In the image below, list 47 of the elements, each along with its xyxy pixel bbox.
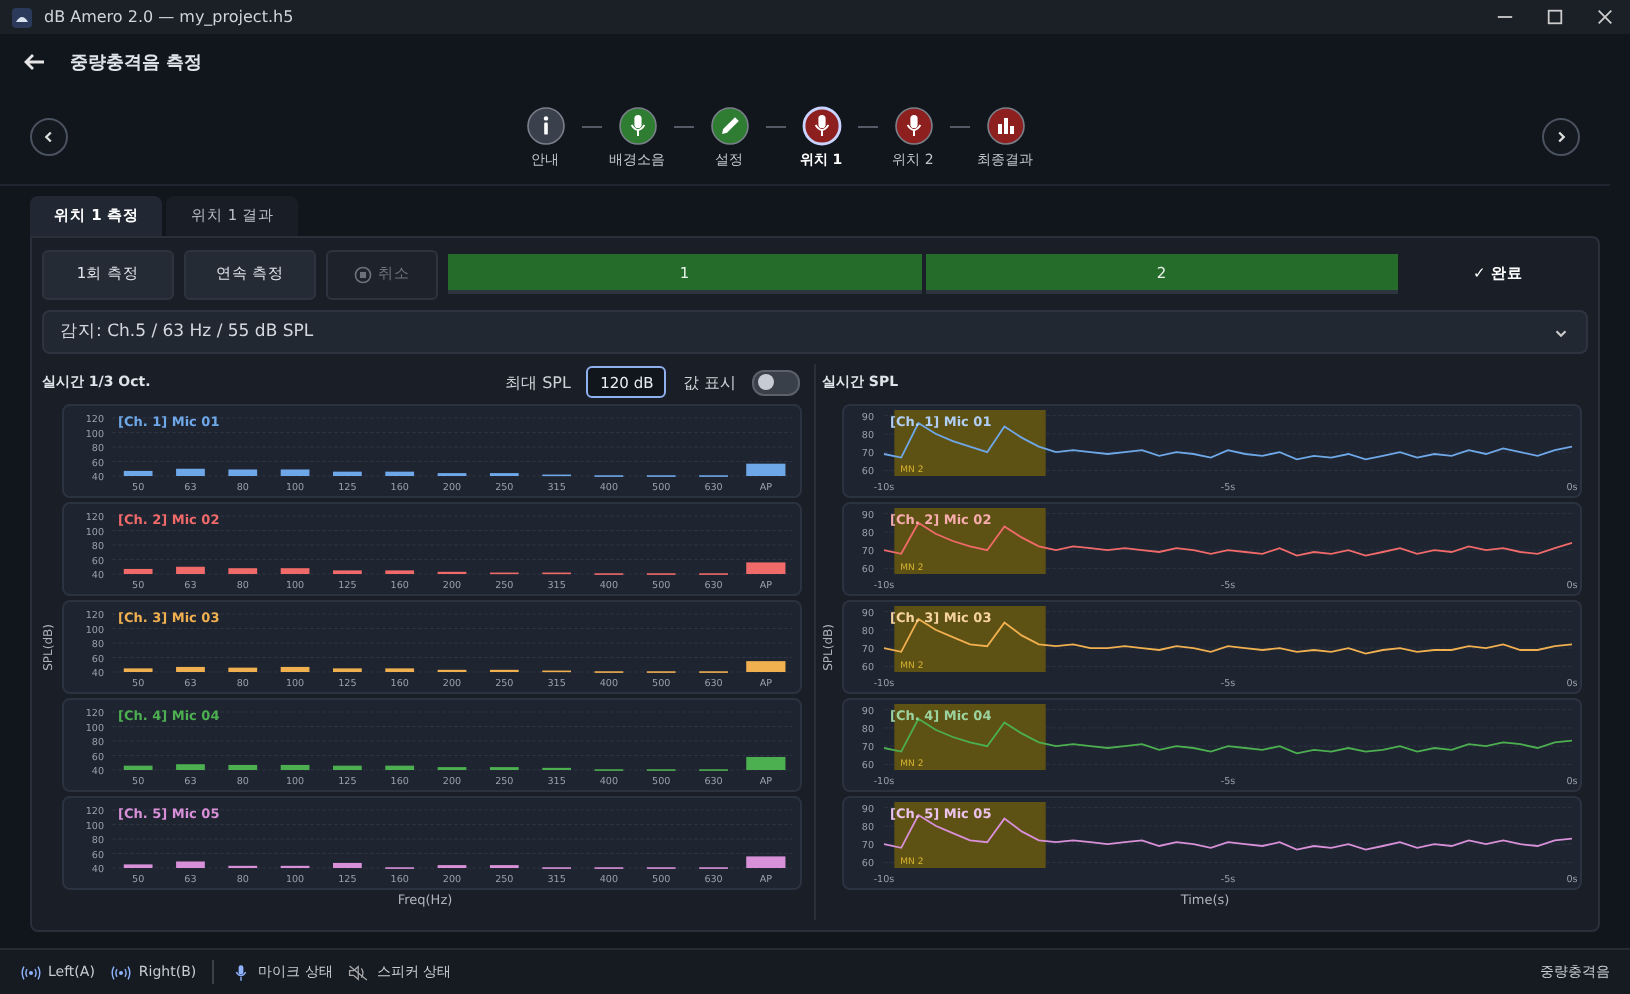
- next-button[interactable]: [1542, 118, 1580, 156]
- bar: [746, 463, 786, 476]
- maximize-icon[interactable]: [1546, 8, 1564, 26]
- speaker-muted-icon: [348, 963, 371, 981]
- previous-button[interactable]: [30, 118, 68, 156]
- bar: [228, 469, 258, 476]
- bar: [176, 468, 205, 476]
- bar: [333, 471, 362, 476]
- bar: [385, 471, 415, 476]
- bar: [176, 764, 205, 770]
- bar: [746, 856, 786, 868]
- max-spl-label: 최대 SPL: [505, 371, 571, 393]
- pencil-step-icon[interactable]: [709, 105, 749, 145]
- bar: [746, 562, 786, 574]
- signal-icon: [20, 963, 42, 981]
- bar: [228, 667, 258, 672]
- bar: [333, 765, 362, 770]
- bar: [746, 756, 786, 770]
- bar: [228, 568, 258, 574]
- show-values-toggle[interactable]: [752, 369, 800, 395]
- close-icon[interactable]: [1596, 8, 1614, 26]
- bar: [123, 470, 153, 476]
- bar: [280, 568, 310, 574]
- page-title: 중량충격음 측정: [70, 51, 203, 75]
- microphone-step-icon[interactable]: [893, 105, 933, 145]
- bar: [746, 661, 786, 672]
- bar: [280, 764, 310, 770]
- back-arrow-icon[interactable]: [22, 52, 46, 72]
- bar-chart-step-icon[interactable]: [985, 105, 1025, 145]
- window-title: dB Amero 2.0 — my_project.h5: [44, 8, 294, 26]
- info-step-icon[interactable]: [525, 105, 565, 145]
- bar: [228, 764, 258, 770]
- bar: [385, 765, 415, 770]
- bar: [176, 666, 205, 672]
- bar: [176, 861, 205, 868]
- detection-dropdown[interactable]: 감지: Ch.5 / 63 Hz / 55 dB SPL: [42, 310, 1588, 354]
- show-values-label: 값 표시: [682, 371, 736, 393]
- app-logo-icon: [12, 7, 32, 27]
- bar: [123, 765, 153, 770]
- microphone-step-icon[interactable]: [617, 105, 657, 145]
- bar: [333, 862, 362, 868]
- signal-icon: [110, 963, 133, 981]
- bar: [123, 568, 153, 574]
- bar: [176, 566, 205, 574]
- bar: [280, 469, 310, 476]
- bar: [280, 666, 310, 672]
- stop-icon: [354, 265, 372, 283]
